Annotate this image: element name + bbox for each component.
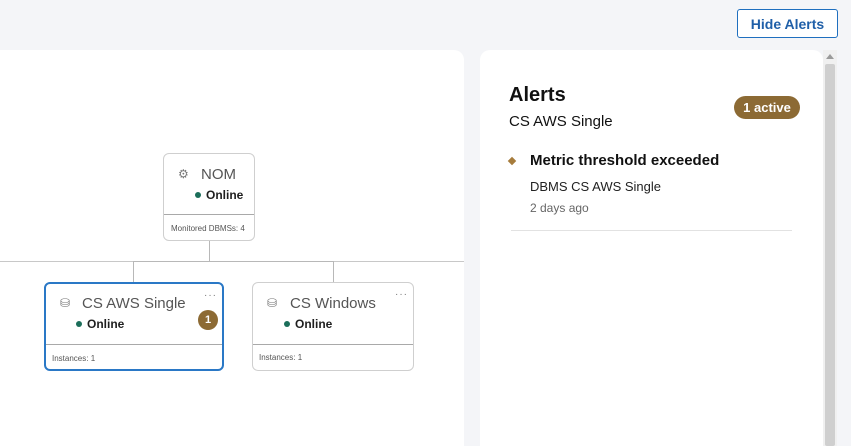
scrollbar-thumb[interactable] bbox=[825, 64, 835, 446]
node-menu-icon[interactable]: ··· bbox=[395, 289, 408, 300]
connector-root-vertical bbox=[209, 241, 210, 261]
alert-severity-icon bbox=[507, 156, 517, 166]
alert-count-badge[interactable]: 1 bbox=[198, 310, 218, 330]
connector-child-left bbox=[133, 261, 134, 283]
alerts-panel: Alerts CS AWS Single 1 active Metric thr… bbox=[480, 50, 823, 446]
status-label: Online bbox=[87, 317, 125, 331]
alert-description: DBMS CS AWS Single bbox=[530, 179, 662, 194]
node-divider bbox=[46, 344, 222, 345]
alert-item[interactable]: Metric threshold exceeded DBMS CS AWS Si… bbox=[480, 150, 823, 230]
node-nom[interactable]: ⚙ NOM Online Monitored DBMSs: 4 bbox=[163, 153, 255, 241]
node-title: NOM bbox=[201, 166, 236, 183]
status-label: Online bbox=[206, 188, 244, 202]
topology-panel bbox=[0, 50, 464, 446]
scroll-up-icon[interactable] bbox=[826, 54, 834, 59]
connector-horizontal bbox=[133, 261, 334, 262]
alerts-title: Alerts bbox=[509, 84, 566, 106]
status-label: Online bbox=[295, 317, 333, 331]
node-cs-aws-single[interactable]: ⛁ CS AWS Single ··· Online 1 Instances: … bbox=[44, 282, 224, 371]
node-footer: Monitored DBMSs: 4 bbox=[171, 224, 245, 233]
node-status: Online bbox=[284, 317, 332, 331]
node-status: Online bbox=[195, 188, 243, 202]
online-status-dot bbox=[284, 321, 290, 327]
online-status-dot bbox=[76, 321, 82, 327]
node-status: Online bbox=[76, 317, 124, 331]
node-footer: Instances: 1 bbox=[259, 353, 303, 362]
hide-alerts-button[interactable]: Hide Alerts bbox=[737, 9, 838, 38]
node-footer: Instances: 1 bbox=[52, 354, 96, 363]
connector-child-right bbox=[333, 261, 334, 283]
node-menu-icon[interactable]: ··· bbox=[204, 290, 217, 301]
alerts-subtitle: CS AWS Single bbox=[509, 113, 613, 130]
alert-name: Metric threshold exceeded bbox=[530, 152, 720, 169]
satellite-icon: ⚙ bbox=[178, 167, 189, 181]
database-cluster-icon: ⛁ bbox=[60, 296, 71, 310]
alerts-scrollbar[interactable] bbox=[823, 50, 837, 446]
alert-timestamp: 2 days ago bbox=[530, 201, 589, 215]
node-cs-windows[interactable]: ⛁ CS Windows ··· Online Instances: 1 bbox=[252, 282, 414, 371]
alert-separator bbox=[511, 230, 792, 231]
node-divider bbox=[253, 344, 413, 345]
node-title: CS Windows bbox=[290, 295, 376, 312]
active-count-badge: 1 active bbox=[734, 96, 800, 119]
node-divider bbox=[164, 214, 254, 215]
online-status-dot bbox=[195, 192, 201, 198]
database-cluster-icon: ⛁ bbox=[267, 296, 278, 310]
node-title: CS AWS Single bbox=[82, 295, 186, 312]
